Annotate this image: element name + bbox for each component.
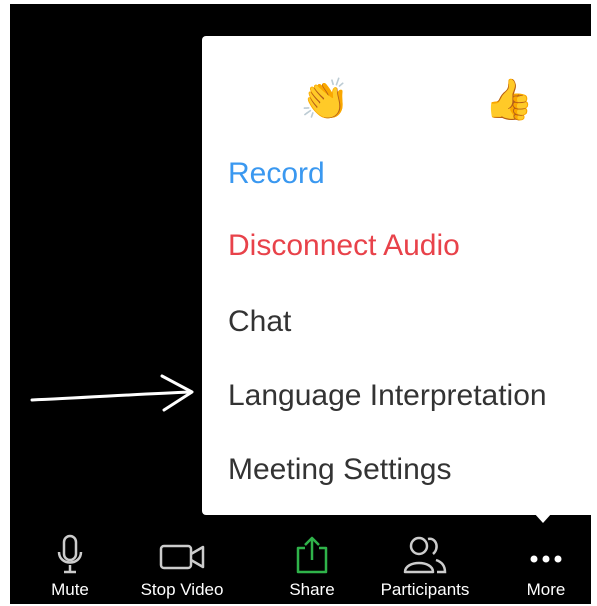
stop-video-label: Stop Video xyxy=(140,580,224,599)
share-button[interactable]: Share xyxy=(272,524,352,604)
participants-button[interactable]: Participants xyxy=(360,524,490,604)
popup-caret xyxy=(534,513,552,523)
participants-label: Participants xyxy=(380,580,470,599)
clapping-hands-icon[interactable]: 👏 xyxy=(300,80,350,120)
more-label: More xyxy=(526,580,566,599)
share-upload-icon xyxy=(296,536,328,574)
video-camera-icon xyxy=(159,544,205,570)
microphone-icon xyxy=(57,534,83,574)
disconnect-audio-menu-item[interactable]: Disconnect Audio xyxy=(228,228,460,264)
language-interpretation-menu-item[interactable]: Language Interpretation xyxy=(228,378,547,414)
more-dots-icon xyxy=(530,555,562,563)
mute-label: Mute xyxy=(51,580,89,599)
meeting-toolbar: Mute Stop Video Share Participants More xyxy=(10,524,591,604)
chat-menu-item[interactable]: Chat xyxy=(228,304,291,340)
more-button[interactable]: More xyxy=(506,524,586,604)
more-options-popup: 👏 👍 Record Disconnect Audio Chat Languag… xyxy=(202,36,591,515)
thumbs-up-icon[interactable]: 👍 xyxy=(484,80,534,120)
record-menu-item[interactable]: Record xyxy=(228,156,325,192)
stop-video-button[interactable]: Stop Video xyxy=(122,524,242,604)
meeting-screen: 👏 👍 Record Disconnect Audio Chat Languag… xyxy=(10,4,591,604)
annotation-arrow-icon xyxy=(30,374,194,412)
share-label: Share xyxy=(289,580,335,599)
mute-button[interactable]: Mute xyxy=(35,524,105,604)
participants-icon xyxy=(403,536,447,574)
meeting-settings-menu-item[interactable]: Meeting Settings xyxy=(228,452,451,488)
